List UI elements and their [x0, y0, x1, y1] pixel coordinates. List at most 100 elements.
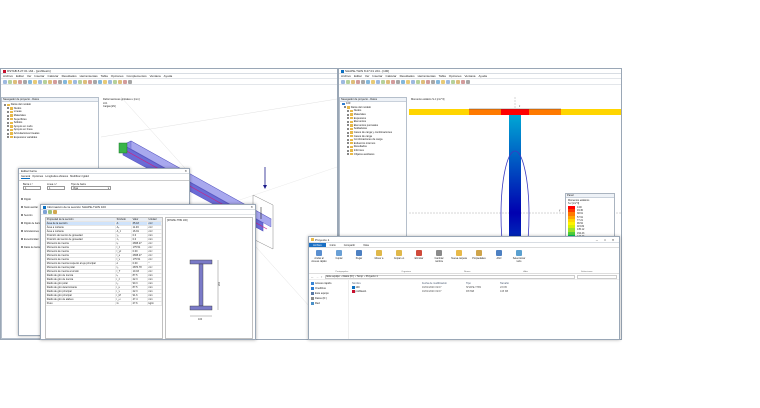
expand-icon[interactable]	[347, 153, 349, 156]
ribbon-tab[interactable]: Inicio	[326, 243, 340, 247]
toolbar-button-icon[interactable]	[351, 79, 355, 84]
toolbar-button-icon[interactable]	[436, 79, 440, 84]
toolbar-button-icon[interactable]	[128, 79, 132, 84]
menu-item[interactable]: Tabla	[439, 74, 446, 78]
line-no-field[interactable]: 1	[47, 186, 65, 190]
menu-item[interactable]: Tabla	[101, 74, 108, 78]
breadcrumb-item[interactable]: Proyecto 1	[366, 275, 378, 278]
toolbar-button-icon[interactable]	[108, 79, 112, 84]
toolbar-button-icon[interactable]	[63, 79, 67, 84]
menu-item[interactable]: Editar	[354, 74, 362, 78]
menu-item[interactable]: Resultados	[62, 74, 77, 78]
ribbon-button[interactable]: Propiedades	[471, 250, 487, 263]
copy-icon[interactable]	[48, 210, 52, 214]
menu-item[interactable]: Resultados	[400, 74, 415, 78]
toolbar-button-icon[interactable]	[93, 79, 97, 84]
column-header[interactable]: Tamaño	[500, 282, 530, 285]
back-icon[interactable]: ←	[311, 275, 314, 279]
close-icon[interactable]: ✕	[184, 169, 187, 173]
table-row[interactable]: Peso G 27.6 kg/m	[46, 301, 162, 306]
expand-icon[interactable]	[7, 136, 9, 139]
expand-icon[interactable]	[7, 125, 9, 128]
menu-item[interactable]: Calcular	[386, 74, 397, 78]
toolbar-button-icon[interactable]	[3, 79, 7, 84]
ribbon-button[interactable]: Pegar	[351, 250, 367, 263]
tree-item[interactable]: Objetos auxiliares	[344, 152, 404, 156]
toolbar-button-icon[interactable]	[68, 79, 72, 84]
export-icon[interactable]	[53, 210, 57, 214]
menu-item[interactable]: Insertar	[34, 74, 44, 78]
radio-icon[interactable]	[21, 198, 23, 200]
menu-item[interactable]: Ver	[27, 74, 32, 78]
expand-icon[interactable]	[7, 118, 9, 121]
expand-icon[interactable]	[347, 124, 349, 127]
expand-icon[interactable]	[7, 121, 9, 124]
expand-icon[interactable]	[347, 135, 349, 138]
expand-icon[interactable]	[347, 117, 349, 120]
toolbar-button-icon[interactable]	[341, 79, 345, 84]
menu-item[interactable]: Herramientas	[80, 74, 98, 78]
toolbar-button-icon[interactable]	[446, 79, 450, 84]
file-row[interactable]: profiltest1 16/01/2020 19:07 RSTAB 415 KB	[352, 289, 616, 293]
expand-icon[interactable]	[344, 106, 346, 109]
toolbar-button-icon[interactable]	[78, 79, 82, 84]
expand-icon[interactable]	[7, 110, 9, 113]
radio-icon[interactable]	[21, 238, 23, 240]
menu-item[interactable]: Ayuda	[164, 74, 172, 78]
minimize-icon[interactable]: ─	[593, 238, 601, 242]
toolbar-button-icon[interactable]	[466, 79, 470, 84]
toolbar-button-icon[interactable]	[98, 79, 102, 84]
menu-item[interactable]: Ayuda	[478, 74, 486, 78]
ribbon-button[interactable]: Eliminar	[411, 250, 427, 263]
toolbar-button-icon[interactable]	[23, 79, 27, 84]
toolbar-button-icon[interactable]	[411, 79, 415, 84]
ribbon-tab[interactable]: Vista	[359, 243, 373, 247]
toolbar-button-icon[interactable]	[18, 79, 22, 84]
toolbar-button-icon[interactable]	[346, 79, 350, 84]
expand-icon[interactable]	[347, 145, 349, 148]
ribbon-button[interactable]: Mover a	[371, 250, 387, 263]
ribbon-tab[interactable]: Compartir	[340, 243, 359, 247]
search-input[interactable]	[577, 274, 617, 279]
column-header[interactable]: Tipo	[466, 282, 500, 285]
menu-item[interactable]: Calcular	[48, 74, 59, 78]
expand-icon[interactable]	[347, 127, 349, 130]
toolbar-button-icon[interactable]	[73, 79, 77, 84]
dialog-tab[interactable]: Longitudes eficaces	[45, 175, 68, 179]
toolbar-button-icon[interactable]	[366, 79, 370, 84]
menu-item[interactable]: Editar	[16, 74, 24, 78]
up-icon[interactable]: ↑	[321, 275, 323, 279]
close-icon[interactable]: ✕	[250, 205, 253, 209]
expand-icon[interactable]	[7, 132, 9, 135]
toolbar-button-icon[interactable]	[441, 79, 445, 84]
expand-icon[interactable]	[347, 109, 349, 112]
toolbar-button-icon[interactable]	[48, 79, 52, 84]
expand-icon[interactable]	[347, 113, 349, 116]
toolbar-button-icon[interactable]	[391, 79, 395, 84]
expand-icon[interactable]	[347, 142, 349, 145]
ribbon-button[interactable]: Nueva carpeta	[451, 250, 467, 263]
print-icon[interactable]	[43, 210, 47, 214]
toolbar-button-icon[interactable]	[421, 79, 425, 84]
toolbar-button-icon[interactable]	[38, 79, 42, 84]
dialog-tab[interactable]: Modificar rígidez	[70, 175, 89, 179]
toolbar-button-icon[interactable]	[461, 79, 465, 84]
toolbar-button-icon[interactable]	[361, 79, 365, 84]
toolbar-button-icon[interactable]	[376, 79, 380, 84]
toolbar-button-icon[interactable]	[456, 79, 460, 84]
breadcrumb-item[interactable]: Temp	[357, 275, 363, 278]
menu-item[interactable]: Archivo	[3, 74, 13, 78]
expand-icon[interactable]	[347, 120, 349, 123]
toolbar-button-icon[interactable]	[118, 79, 122, 84]
ribbon-button[interactable]: Abrir	[491, 250, 507, 263]
toolbar-button-icon[interactable]	[103, 79, 107, 84]
toolbar-button-icon[interactable]	[396, 79, 400, 84]
toolbar-button-icon[interactable]	[451, 79, 455, 84]
expand-icon[interactable]	[347, 138, 349, 141]
toolbar-button-icon[interactable]	[83, 79, 87, 84]
ribbon-button[interactable]: Cambiar nombre	[431, 250, 447, 263]
bar-type-select[interactable]: Viga ▾	[71, 186, 111, 190]
menu-item[interactable]: Ver	[365, 74, 370, 78]
breadcrumb[interactable]: Este equipo › Datos (D:) › Temp › Proyecto 1	[324, 274, 575, 279]
toolbar-button-icon[interactable]	[58, 79, 62, 84]
